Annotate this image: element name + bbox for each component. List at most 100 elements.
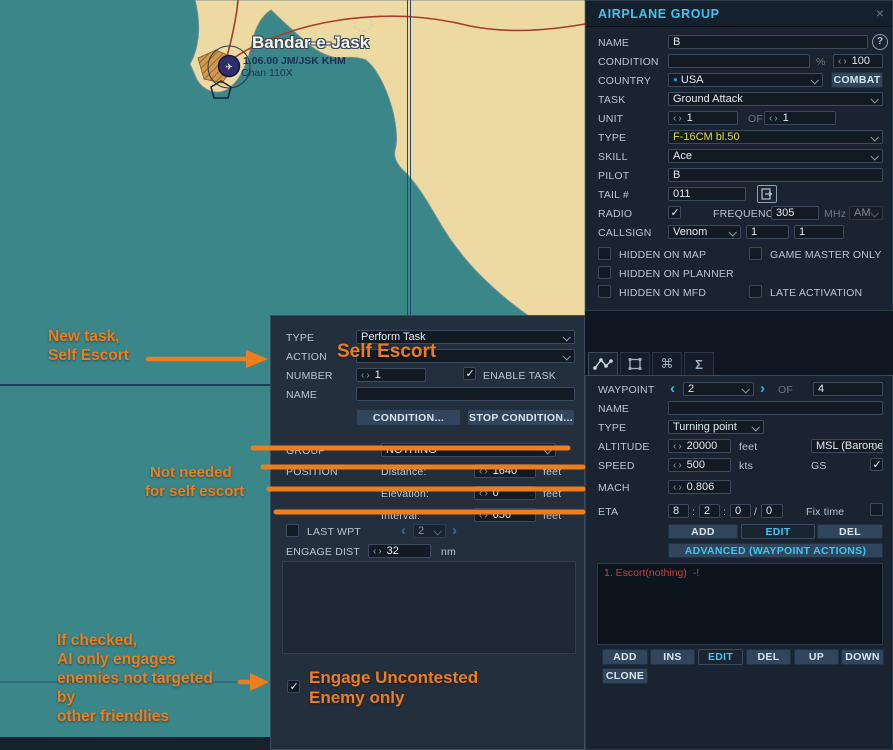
distance-spinner[interactable]: 1640 [474, 464, 536, 478]
radio-checkbox[interactable] [668, 206, 681, 219]
group-name-field[interactable]: B [668, 35, 868, 49]
not-needed-annotation-line1: Not needed [150, 464, 232, 481]
group-dropdown[interactable]: NOTHING [381, 443, 556, 457]
sigma-icon: Σ [695, 356, 703, 372]
engage-nm-label: nm [441, 546, 456, 558]
list-up-button[interactable]: UP [794, 649, 839, 665]
eta-minutes-field[interactable]: 2 [699, 504, 720, 518]
hidden-on-map-checkbox[interactable] [598, 247, 611, 260]
last-wpt-checkbox[interactable] [286, 524, 299, 537]
gs-checkbox[interactable] [870, 458, 883, 471]
unit-spinner[interactable]: 1 [668, 111, 738, 125]
callsign-dropdown[interactable]: Venom [668, 225, 741, 239]
speed-spinner[interactable]: 500 [668, 458, 731, 472]
wp-type-dropdown[interactable]: Turning point [668, 420, 764, 434]
list-clone-button[interactable]: CLONE [602, 668, 648, 684]
tab-route[interactable] [588, 352, 618, 376]
interval-spinner[interactable]: 656 [474, 508, 536, 522]
wp-del-button[interactable]: DEL [817, 524, 883, 539]
dlg-target-list[interactable] [282, 561, 576, 654]
waypoint-number-dropdown[interactable]: 2 [683, 382, 754, 396]
help-button[interactable]: ? [872, 34, 888, 50]
airplane-group-title: AIRPLANE GROUP [598, 7, 720, 21]
list-del-button[interactable]: DEL [746, 649, 791, 665]
wp-edit-button[interactable]: EDIT [741, 524, 815, 539]
mhz-label: MHz [824, 208, 847, 220]
hidden-on-planner-checkbox[interactable] [598, 266, 611, 279]
list-add-button[interactable]: ADD [602, 649, 648, 665]
if-checked-annotation-line1: If checked, [57, 632, 138, 649]
close-icon[interactable]: × [876, 5, 884, 21]
enable-task-checkbox[interactable] [463, 367, 476, 380]
airport-info-label: 1.06.00 JM/JSK KHM [243, 55, 346, 67]
hidden-on-map-label: HIDDEN ON MAP [619, 249, 707, 261]
game-master-only-checkbox[interactable] [749, 247, 762, 260]
dlg-name-field[interactable] [356, 387, 575, 401]
last-wpt-next-icon[interactable]: › [452, 523, 457, 538]
action-overlay-annotation: Self Escort [337, 341, 437, 362]
late-activation-checkbox[interactable] [749, 285, 762, 298]
waypoint-total-field[interactable]: 4 [813, 382, 883, 396]
name-label: NAME [598, 37, 630, 49]
engage-uncontested-checkbox[interactable] [287, 680, 300, 693]
elevation-spinner[interactable]: 0 [474, 486, 536, 500]
modulation-dropdown[interactable]: AM [849, 206, 883, 220]
advanced-waypoint-actions-button[interactable]: ADVANCED (WAYPOINT ACTIONS) [668, 543, 883, 558]
combat-button[interactable]: COMBAT [831, 72, 883, 88]
waypoint-next-icon[interactable]: › [760, 381, 765, 396]
eta-label: ETA [598, 506, 619, 518]
wp-type-label: TYPE [598, 422, 627, 434]
tab-actions[interactable]: ⌘ [652, 352, 682, 376]
task-dropdown[interactable]: Ground Attack [668, 92, 883, 106]
callsign-num1-field[interactable]: 1 [746, 225, 789, 239]
altitude-ref-dropdown[interactable]: MSL (Barome [811, 439, 883, 453]
tab-summary[interactable]: Σ [684, 352, 714, 376]
altitude-spinner[interactable]: 20000 [668, 439, 731, 453]
altitude-feet-label: feet [739, 441, 758, 453]
last-wpt-dropdown[interactable]: 2 [413, 524, 446, 538]
altitude-label: ALTITUDE [598, 441, 650, 453]
mach-spinner[interactable]: 0.806 [668, 480, 731, 494]
enable-task-label: ENABLE TASK [483, 370, 557, 382]
eta-seconds-field[interactable]: 0 [730, 504, 751, 518]
action-list-item[interactable]: 1. Escort(nothing) -! [604, 567, 699, 579]
bottom-bar-edge [0, 737, 270, 750]
pilot-field[interactable]: B [668, 168, 883, 182]
list-edit-button[interactable]: EDIT [698, 649, 743, 665]
waypoint-actions-list[interactable]: 1. Escort(nothing) -! [597, 563, 883, 645]
aircraft-type-dropdown[interactable]: F-16CM bl.50 [668, 130, 883, 144]
eta-colon-1: : [692, 506, 696, 518]
last-wpt-prev-icon[interactable]: ‹ [401, 523, 406, 538]
tab-group-frame[interactable] [620, 352, 650, 376]
eta-hours-field[interactable]: 8 [668, 504, 689, 518]
interval-label: Interval: [381, 510, 421, 522]
gs-label: GS [811, 460, 827, 472]
skill-dropdown[interactable]: Ace [668, 149, 883, 163]
callsign-num2-field[interactable]: 1 [794, 225, 844, 239]
condition-button[interactable]: CONDITION... [356, 409, 461, 426]
country-dot-icon: ● [673, 75, 678, 84]
frequency-field[interactable]: 305 [771, 206, 819, 220]
task-label: TASK [598, 94, 626, 106]
hidden-on-mfd-checkbox[interactable] [598, 285, 611, 298]
engage-dist-spinner[interactable]: 32 [368, 544, 431, 558]
wp-name-field[interactable] [668, 401, 883, 415]
stop-condition-button[interactable]: STOP CONDITION... [467, 409, 575, 426]
wp-add-button[interactable]: ADD [668, 524, 738, 539]
dlg-number-spinner[interactable]: 1 [356, 368, 426, 382]
fix-time-checkbox[interactable] [870, 503, 883, 516]
country-dropdown[interactable]: ● USA [668, 73, 823, 87]
condition-spinner[interactable]: 100 [833, 54, 883, 68]
command-icon: ⌘ [660, 356, 674, 371]
waypoint-prev-icon[interactable]: ‹ [670, 381, 675, 396]
if-checked-annotation-line2: AI only engages [57, 651, 176, 668]
tail-number-field[interactable]: 011 [668, 187, 746, 201]
list-down-button[interactable]: DOWN [841, 649, 884, 665]
unit-total-spinner[interactable]: 1 [764, 111, 836, 125]
list-ins-button[interactable]: INS [650, 649, 695, 665]
copy-tail-button[interactable] [757, 185, 777, 203]
condition-field[interactable] [668, 54, 810, 68]
hidden-on-planner-label: HIDDEN ON PLANNER [619, 268, 734, 280]
eta-day-field[interactable]: 0 [761, 504, 783, 518]
waypoint-label: WAYPOINT [598, 384, 655, 396]
